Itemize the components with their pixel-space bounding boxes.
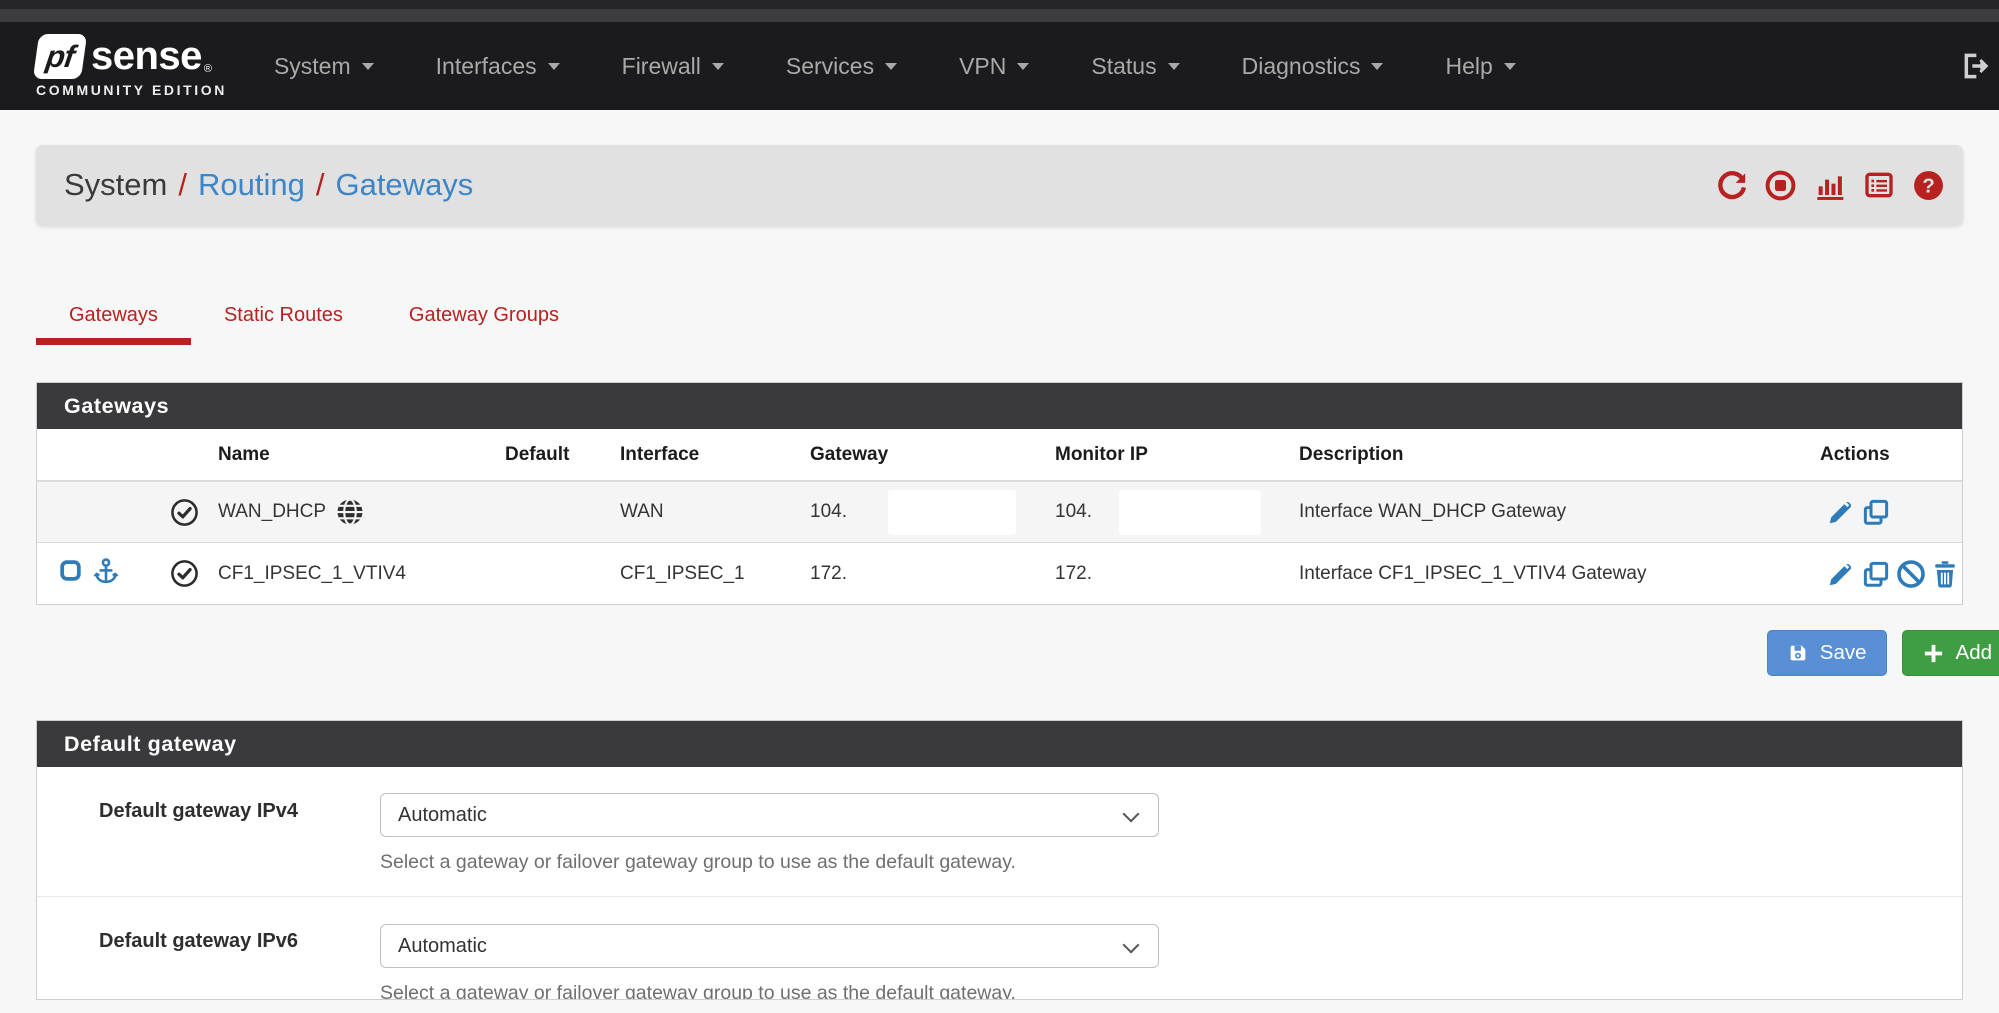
col-name: Name [212,429,497,480]
caret-down-icon [548,63,560,70]
breadcrumb-separator: / [305,167,336,203]
gateway-name: CF1_IPSEC_1_VTIV4 [218,563,406,585]
menu-status[interactable]: Status [1060,22,1210,110]
default-gateway-ipv4-label: Default gateway IPv4 [99,800,298,823]
col-interface: Interface [612,429,802,480]
stop-circle-icon[interactable] [1764,169,1797,202]
form-row-ipv4: Default gateway IPv4 Automatic Select a … [37,767,1962,896]
monitor-ip: 172. [1055,563,1092,585]
default-gateway-ipv6-select[interactable]: Automatic [380,924,1159,968]
copy-icon[interactable] [1861,559,1891,589]
square-icon [58,558,83,589]
default-cell [497,543,612,604]
tab-static-routes[interactable]: Static Routes [191,293,376,345]
ipv6-help-text: Select a gateway or failover gateway gro… [380,982,1016,1000]
col-default: Default [497,429,612,480]
breadcrumb-bar: System / Routing / Gateways ? [36,145,1963,225]
menu-services[interactable]: Services [755,22,928,110]
pf-logo-box: pf [33,34,87,79]
globe-icon [335,497,365,527]
bar-chart-icon[interactable] [1814,169,1846,201]
breadcrumb-gateways-link[interactable]: Gateways [335,167,473,203]
table-row-wan-dhcp: WAN_DHCP WAN 104. 104. Interface WAN_DHC… [37,481,1962,542]
main-menu: System Interfaces Firewall Services VPN … [243,22,1547,110]
anchor-icon [92,557,120,591]
routing-tabs: Gateways Static Routes Gateway Groups [36,293,592,345]
redaction-box [1119,490,1261,535]
caret-down-icon [885,63,897,70]
menu-diagnostics[interactable]: Diagnostics [1211,22,1415,110]
breadcrumb-routing-link[interactable]: Routing [198,167,305,203]
caret-down-icon [1017,63,1029,70]
caret-down-icon [362,63,374,70]
refresh-icon[interactable] [1716,170,1747,201]
monitor-ip: 104. [1055,501,1092,523]
gateways-table-header: Name Default Interface Gateway Monitor I… [37,429,1962,481]
breadcrumb-separator: / [167,167,198,203]
edit-icon[interactable] [1826,497,1856,527]
description-cell: Interface WAN_DHCP Gateway [1287,482,1812,542]
description-cell: Interface CF1_IPSEC_1_VTIV4 Gateway [1287,543,1812,604]
add-button[interactable]: Add [1902,630,1999,676]
registered-mark: ® [204,63,212,75]
default-gateway-panel-title: Default gateway [37,721,1962,767]
menu-interfaces[interactable]: Interfaces [405,22,591,110]
menu-vpn[interactable]: VPN [928,22,1060,110]
top-navbar: pf sense ® COMMUNITY EDITION System Inte… [0,22,1999,110]
form-row-ipv6: Default gateway IPv6 Automatic Select a … [37,896,1962,1000]
edit-icon[interactable] [1826,559,1856,589]
col-actions: Actions [1812,429,1962,480]
trash-icon[interactable] [1931,559,1959,589]
breadcrumb: System / Routing / Gateways [64,167,473,203]
check-circle-icon [156,543,212,604]
interface-cell: WAN [612,482,802,542]
log-icon[interactable] [1863,169,1895,201]
tab-gateway-groups[interactable]: Gateway Groups [376,293,592,345]
menu-help[interactable]: Help [1414,22,1546,110]
default-gateway-ipv6-label: Default gateway IPv6 [99,930,298,953]
svg-text:?: ? [1922,174,1935,197]
caret-down-icon [1371,63,1383,70]
default-cell [497,482,612,542]
gateways-panel: Gateways Name Default Interface Gateway … [36,382,1963,605]
chevron-down-icon [1123,937,1140,954]
col-gateway: Gateway [802,429,1047,480]
community-edition-label: COMMUNITY EDITION [36,82,227,98]
chevron-down-icon [1123,806,1140,823]
save-button[interactable]: Save [1767,630,1887,676]
window-chrome-strip [0,0,1999,9]
gateway-ip: 104. [810,501,847,523]
ban-icon[interactable] [1896,559,1926,589]
plus-icon [1922,642,1945,665]
gateway-ip: 172. [810,563,847,585]
caret-down-icon [1504,63,1516,70]
pfsense-logo[interactable]: pf sense ® COMMUNITY EDITION [36,34,227,98]
sense-logo-text: sense [91,34,202,79]
redaction-box [888,490,1016,535]
sign-out-icon[interactable] [1959,50,1991,82]
gateways-panel-title: Gateways [37,383,1962,429]
save-icon [1787,642,1809,664]
window-chrome-strip-2 [0,9,1999,22]
caret-down-icon [712,63,724,70]
page-shortcut-icons: ? [1716,169,1945,202]
interface-cell: CF1_IPSEC_1 [612,543,802,604]
menu-firewall[interactable]: Firewall [591,22,755,110]
tab-gateways[interactable]: Gateways [36,293,191,345]
caret-down-icon [1168,63,1180,70]
col-monitor-ip: Monitor IP [1047,429,1287,480]
menu-system[interactable]: System [243,22,405,110]
table-row-cf1-ipsec: CF1_IPSEC_1_VTIV4 CF1_IPSEC_1 172. 172. … [37,542,1962,604]
gateway-name: WAN_DHCP [218,501,326,523]
help-icon[interactable]: ? [1912,169,1945,202]
default-gateway-panel: Default gateway Default gateway IPv4 Aut… [36,720,1963,1000]
copy-icon[interactable] [1861,497,1891,527]
gateways-actions-row: Save Add [36,630,1999,676]
default-gateway-ipv4-select[interactable]: Automatic [380,793,1159,837]
pf-logo-text: pf [44,39,76,75]
col-description: Description [1287,429,1812,480]
ipv4-help-text: Select a gateway or failover gateway gro… [380,851,1016,874]
breadcrumb-system: System [64,167,167,203]
check-circle-icon [156,482,212,542]
